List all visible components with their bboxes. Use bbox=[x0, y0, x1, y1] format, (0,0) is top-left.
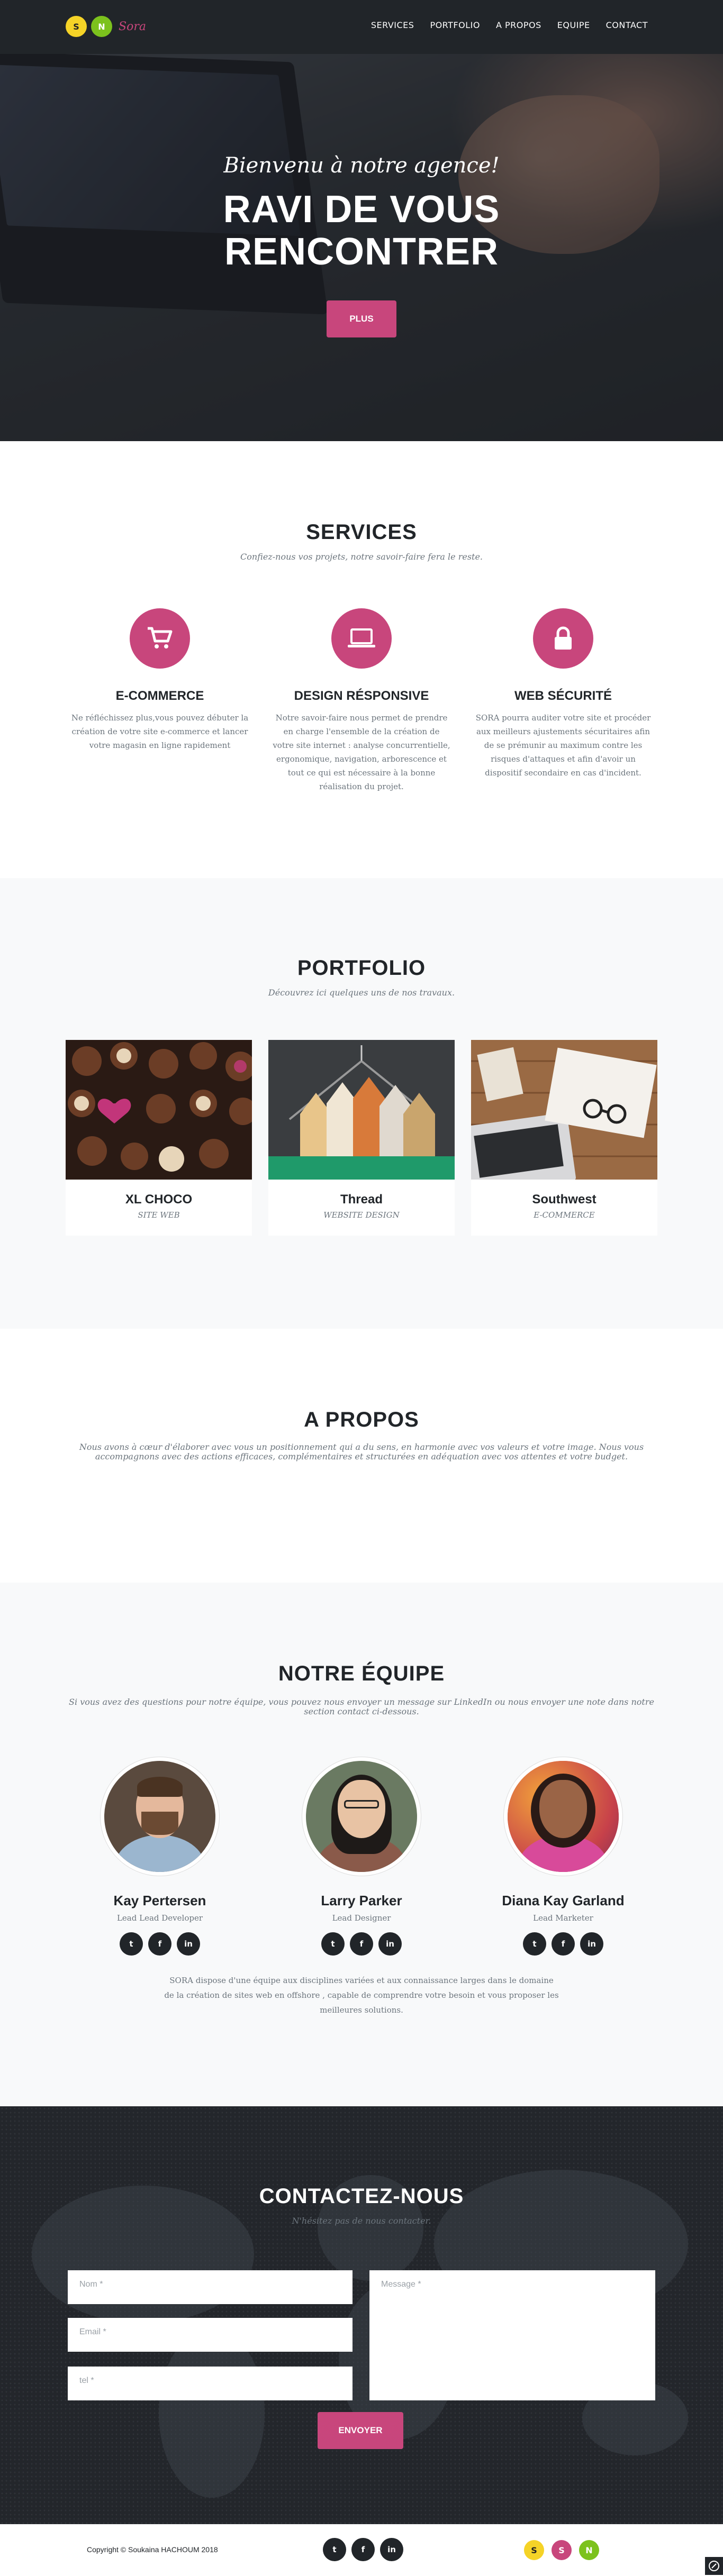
service-title: WEB SÉCURITÉ bbox=[514, 689, 612, 703]
member-name: Kay Pertersen bbox=[113, 1893, 206, 1908]
team-section: NOTRE ÉQUIPE Si vous avez des questions … bbox=[0, 1583, 723, 2106]
portfolio-heading: PORTFOLIO bbox=[297, 956, 426, 980]
navbar: S N Sora SERVICES PORTFOLIO A PROPOS EQU… bbox=[0, 0, 723, 54]
team-subheading: Si vous avez des questions pour notre éq… bbox=[69, 1697, 654, 1716]
linkedin-icon[interactable]: in bbox=[380, 2538, 403, 2561]
about-text: Nous avons à cœur d'élaborer avec vous u… bbox=[79, 1442, 644, 1461]
nav-link-team[interactable]: EQUIPE bbox=[557, 20, 590, 30]
portfolio-category: SITE WEB bbox=[138, 1210, 180, 1220]
brand-dot-s: S bbox=[66, 16, 87, 37]
chocolates-image bbox=[66, 1040, 252, 1180]
team-description: SORA dispose d'une équipe aux discipline… bbox=[164, 1976, 559, 2015]
hero-more-button[interactable]: PLUS bbox=[327, 300, 396, 337]
footer-dot[interactable]: S bbox=[552, 2540, 572, 2560]
send-button[interactable]: ENVOYER bbox=[318, 2412, 403, 2449]
facebook-icon[interactable]: f bbox=[148, 1932, 171, 1956]
portfolio-item[interactable]: Thread WEBSITE DESIGN bbox=[268, 1040, 455, 1236]
service-card: DESIGN RÉSPONSIVE Notre savoir-faire nou… bbox=[267, 608, 456, 793]
phone-field[interactable]: tel * bbox=[68, 2367, 353, 2400]
portfolio-title: Thread bbox=[340, 1192, 383, 1207]
twitter-icon[interactable]: t bbox=[120, 1932, 143, 1956]
portfolio-item[interactable]: XL CHOCO SITE WEB bbox=[66, 1040, 252, 1236]
service-card: E-COMMERCE Ne réfléchissez plus,vous pou… bbox=[66, 608, 254, 793]
hero-section: Bienvenu à notre agence! RAVI DE VOUS RE… bbox=[0, 0, 723, 441]
portfolio-title: Southwest bbox=[532, 1192, 597, 1207]
shirts-image bbox=[268, 1040, 455, 1180]
linkedin-icon[interactable]: in bbox=[580, 1932, 603, 1956]
member-name: Diana Kay Garland bbox=[502, 1893, 625, 1908]
contact-heading: CONTACTEZ-NOUS bbox=[259, 2185, 464, 2208]
facebook-icon[interactable]: f bbox=[552, 1932, 575, 1956]
portfolio-item[interactable]: Southwest E-COMMERCE bbox=[471, 1040, 657, 1236]
nav-link-portfolio[interactable]: PORTFOLIO bbox=[430, 20, 480, 30]
portfolio-subheading: Découvrez ici quelques uns de nos travau… bbox=[268, 988, 455, 998]
footer-dot[interactable]: S bbox=[524, 2540, 544, 2560]
brand-dot-n: N bbox=[91, 16, 112, 37]
service-text: SORA pourra auditer votre site et procéd… bbox=[475, 713, 651, 778]
twitter-icon[interactable]: t bbox=[523, 1932, 546, 1956]
portfolio-section: PORTFOLIO Découvrez ici quelques uns de … bbox=[0, 878, 723, 1329]
portfolio-category: WEBSITE DESIGN bbox=[323, 1210, 400, 1220]
hero-lead: Bienvenu à notre agence! bbox=[223, 153, 500, 178]
lock-icon bbox=[533, 608, 593, 669]
email-field[interactable]: Email * bbox=[68, 2318, 353, 2352]
name-field[interactable]: Nom * bbox=[68, 2270, 353, 2304]
avatar bbox=[302, 1757, 421, 1876]
team-member: Diana Kay Garland Lead Marketer t f in bbox=[469, 1757, 657, 1956]
linkedin-icon[interactable]: in bbox=[177, 1932, 200, 1956]
service-title: E-COMMERCE bbox=[115, 689, 204, 703]
member-name: Larry Parker bbox=[321, 1893, 402, 1908]
service-title: DESIGN RÉSPONSIVE bbox=[294, 689, 429, 703]
footer-dots: S S N bbox=[524, 2540, 607, 2560]
portfolio-category: E-COMMERCE bbox=[534, 1210, 595, 1220]
desk-laptop-image bbox=[471, 1040, 657, 1180]
shopping-cart-icon bbox=[130, 608, 190, 669]
member-role: Lead Lead Developer bbox=[116, 1913, 203, 1923]
service-text: Ne réfléchissez plus,vous pouvez débuter… bbox=[71, 713, 249, 750]
nav-link-about[interactable]: A PROPOS bbox=[496, 20, 541, 30]
brand-name: Sora bbox=[119, 20, 146, 33]
avatar bbox=[101, 1757, 219, 1876]
about-section: A PROPOS Nous avons à cœur d'élaborer av… bbox=[0, 1329, 723, 1583]
facebook-icon[interactable]: f bbox=[351, 2538, 375, 2561]
contact-subheading: N'hésitez pas de nous contacter. bbox=[292, 2216, 431, 2226]
message-field[interactable]: Message * bbox=[369, 2270, 655, 2400]
service-card: WEB SÉCURITÉ SORA pourra auditer votre s… bbox=[469, 608, 657, 793]
member-role: Lead Designer bbox=[332, 1913, 391, 1923]
brand-logo[interactable]: S N Sora bbox=[66, 16, 146, 37]
contact-section: CONTACTEZ-NOUS N'hésitez pas de nous con… bbox=[0, 2106, 723, 2524]
chat-icon[interactable] bbox=[705, 2557, 723, 2575]
nav-link-services[interactable]: SERVICES bbox=[371, 20, 414, 30]
footer: Copyright © Soukaina HACHOUM 2018 t f in… bbox=[0, 2524, 723, 2576]
hero-title-line2: RENCONTRER bbox=[224, 231, 499, 273]
copyright-text: Copyright © Soukaina HACHOUM 2018 bbox=[87, 2545, 218, 2554]
service-text: Notre savoir-faire nous permet de prendr… bbox=[273, 713, 450, 791]
laptop-icon bbox=[331, 608, 392, 669]
hero-title-line1: RAVI DE VOUS bbox=[223, 188, 500, 231]
services-heading: SERVICES bbox=[306, 520, 417, 544]
footer-dot[interactable]: N bbox=[579, 2540, 599, 2560]
facebook-icon[interactable]: f bbox=[350, 1932, 373, 1956]
hero-content: Bienvenu à notre agence! RAVI DE VOUS RE… bbox=[0, 153, 723, 337]
team-member: Larry Parker Lead Designer t f in bbox=[267, 1757, 456, 1956]
team-member: Kay Pertersen Lead Lead Developer t f in bbox=[66, 1757, 254, 1956]
portfolio-title: XL CHOCO bbox=[125, 1192, 193, 1207]
twitter-icon[interactable]: t bbox=[323, 2538, 346, 2561]
team-heading: NOTRE ÉQUIPE bbox=[278, 1662, 445, 1685]
services-section: SERVICES Confiez-nous vos projets, notre… bbox=[0, 441, 723, 878]
linkedin-icon[interactable]: in bbox=[378, 1932, 402, 1956]
twitter-icon[interactable]: t bbox=[321, 1932, 345, 1956]
member-role: Lead Marketer bbox=[533, 1913, 593, 1923]
avatar bbox=[504, 1757, 622, 1876]
nav-menu: SERVICES PORTFOLIO A PROPOS EQUIPE CONTA… bbox=[371, 20, 648, 30]
nav-link-contact[interactable]: CONTACT bbox=[606, 20, 648, 30]
about-heading: A PROPOS bbox=[304, 1408, 419, 1431]
services-subheading: Confiez-nous vos projets, notre savoir-f… bbox=[240, 552, 483, 562]
